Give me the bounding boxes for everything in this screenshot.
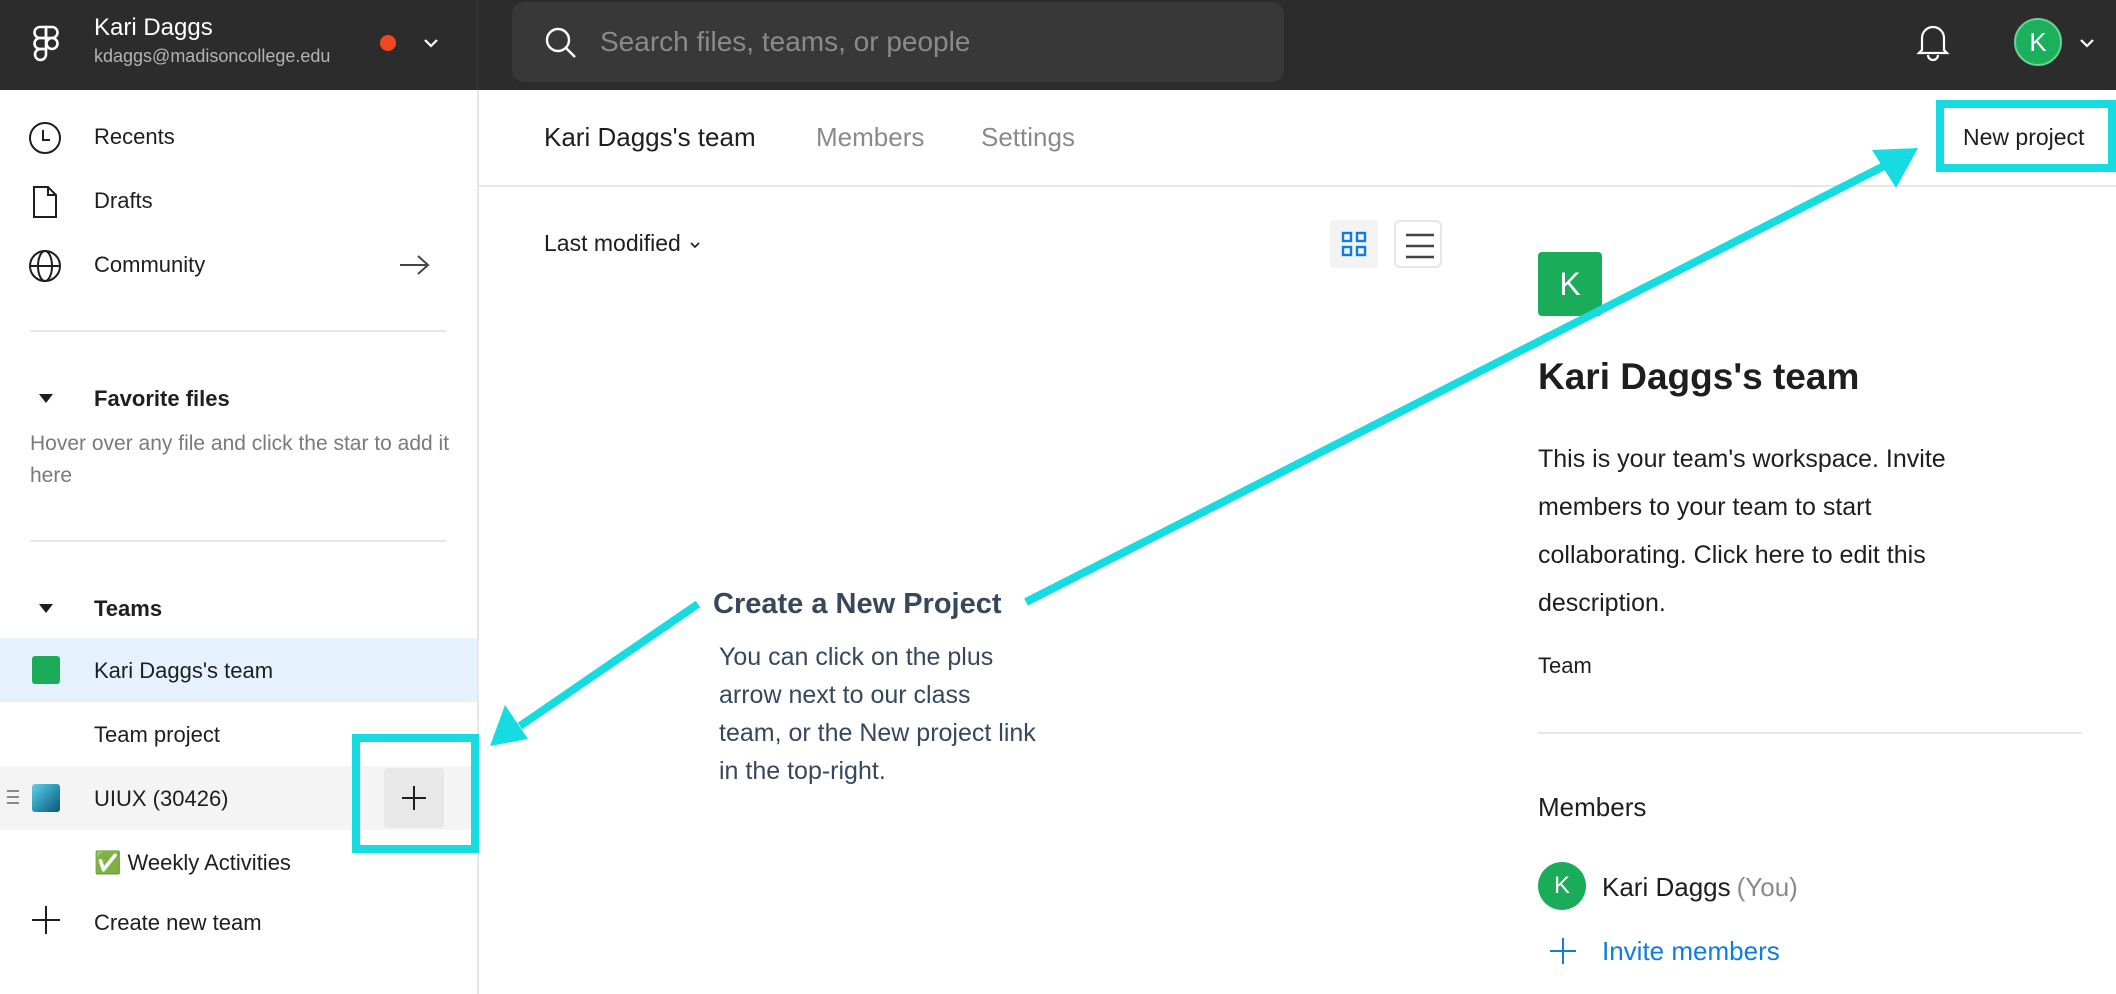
sidebar-item-label: Drafts bbox=[94, 188, 153, 213]
status-dot bbox=[380, 35, 396, 51]
add-project-button[interactable] bbox=[384, 768, 444, 828]
sidebar-item-drafts[interactable]: Drafts bbox=[0, 171, 477, 231]
team-label: Kari Daggs's team bbox=[94, 658, 274, 683]
bell-icon[interactable] bbox=[1916, 22, 1950, 62]
clock-icon bbox=[29, 122, 61, 154]
team-info-panel: K Kari Daggs's team This is your team's … bbox=[479, 90, 2116, 994]
member-name: Kari Daggs bbox=[1602, 872, 1731, 902]
team-label: UIUX (30426) bbox=[94, 786, 229, 811]
top-bar: Kari Daggs kdaggs@madisoncollege.edu K bbox=[0, 0, 2116, 90]
member-avatar: K bbox=[1538, 862, 1586, 910]
account-name: Kari Daggs bbox=[94, 14, 213, 41]
team-avatar: K bbox=[1538, 252, 1602, 316]
sidebar-project-team-project[interactable]: Team project bbox=[0, 702, 477, 766]
team-description[interactable]: This is your team's workspace. Invite me… bbox=[1538, 435, 2008, 627]
caret-down-icon bbox=[39, 394, 53, 403]
chevron-down-icon[interactable] bbox=[420, 32, 442, 54]
account-email: kdaggs@madisoncollege.edu bbox=[94, 46, 331, 66]
search-icon bbox=[545, 27, 576, 58]
invite-members-label: Invite members bbox=[1602, 936, 1780, 966]
sidebar-item-label: Recents bbox=[94, 124, 175, 149]
create-team-label: Create new team bbox=[94, 910, 262, 935]
sidebar-team-kari-daggs[interactable]: Kari Daggs's team bbox=[0, 638, 477, 702]
team-title: Kari Daggs's team bbox=[1538, 356, 1860, 397]
favorite-files-header[interactable]: Favorite files bbox=[0, 378, 477, 422]
favorites-hint: Hover over any file and click the star t… bbox=[30, 432, 450, 487]
sidebar: Recents Drafts Community Favorite files … bbox=[0, 90, 479, 994]
search-bar[interactable] bbox=[512, 2, 1284, 82]
section-title: Favorite files bbox=[94, 386, 230, 411]
drag-handle-icon[interactable] bbox=[7, 790, 19, 806]
plus-icon bbox=[1550, 938, 1576, 964]
invite-members-button[interactable]: Invite members bbox=[1538, 932, 1838, 972]
panel-divider bbox=[1538, 732, 2082, 734]
sidebar-item-recents[interactable]: Recents bbox=[0, 107, 477, 167]
sidebar-team-uiux[interactable]: UIUX (30426) bbox=[0, 766, 477, 830]
figma-logo-icon bbox=[33, 25, 59, 62]
members-heading: Members bbox=[1538, 792, 1647, 822]
team-color-icon bbox=[32, 656, 60, 684]
teams-header[interactable]: Teams bbox=[0, 588, 477, 632]
sidebar-project-weekly-activities[interactable]: ✅ Weekly Activities bbox=[0, 830, 477, 894]
chevron-down-icon[interactable] bbox=[2076, 32, 2098, 54]
team-type-label: Team bbox=[1538, 653, 1592, 678]
globe-icon bbox=[29, 250, 61, 282]
arrow-right-icon bbox=[400, 255, 430, 275]
sidebar-divider bbox=[30, 330, 446, 332]
create-new-team-button[interactable]: Create new team bbox=[0, 890, 477, 954]
account-switcher[interactable]: Kari Daggs kdaggs@madisoncollege.edu bbox=[0, 0, 478, 90]
sidebar-item-community[interactable]: Community bbox=[0, 235, 477, 295]
file-icon bbox=[33, 186, 57, 218]
team-color-icon bbox=[32, 784, 60, 812]
project-label: ✅ Weekly Activities bbox=[94, 850, 291, 875]
sidebar-divider bbox=[30, 540, 446, 542]
search-input[interactable] bbox=[600, 20, 1240, 64]
plus-icon bbox=[402, 786, 426, 810]
plus-icon bbox=[32, 906, 60, 934]
member-you-tag: (You) bbox=[1736, 872, 1798, 902]
member-row: K Kari Daggs (You) bbox=[1538, 862, 2038, 910]
caret-down-icon bbox=[39, 604, 53, 613]
section-title: Teams bbox=[94, 596, 163, 621]
sidebar-item-label: Community bbox=[94, 252, 206, 277]
project-label: Team project bbox=[94, 722, 220, 747]
user-avatar[interactable]: K bbox=[2014, 18, 2062, 66]
